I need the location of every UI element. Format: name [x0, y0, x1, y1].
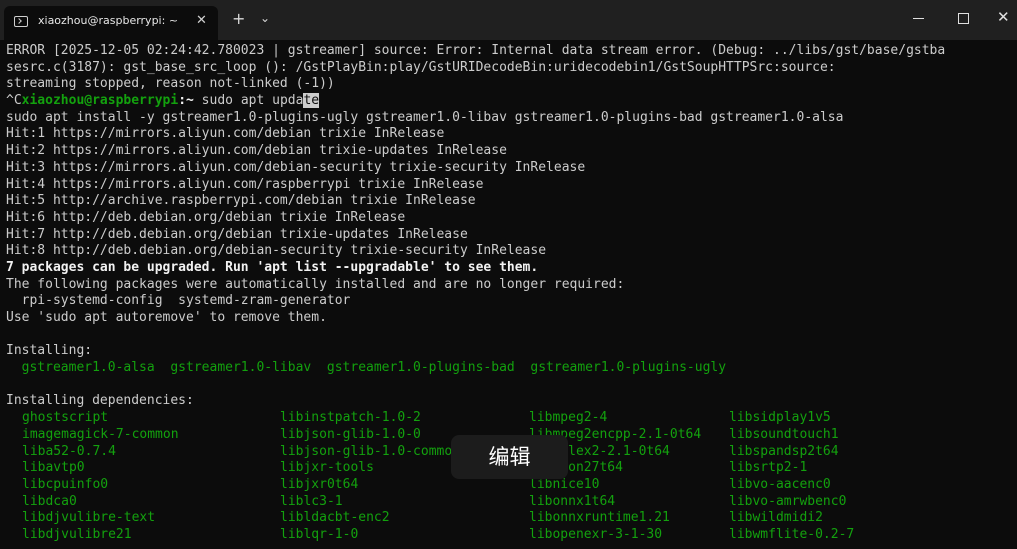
- dependency-package: libnice10: [529, 476, 600, 492]
- terminal-icon: [14, 16, 28, 27]
- terminal-line: sesrc.c(3187): gst_base_src_loop (): /Gs…: [6, 59, 836, 75]
- dependency-row: ghostscript libinstpatch-1.0-2 libmpeg2-4 l…: [6, 410, 1017, 427]
- prompt-user: xiaozhou@raspberrypi: [21, 93, 179, 109]
- terminal-line: streaming stopped, reason not-linked (-1…: [6, 76, 335, 92]
- terminal-line: Use 'sudo apt autoremove' to remove them…: [6, 310, 327, 325]
- new-tab-button[interactable]: +: [232, 10, 245, 28]
- edit-overlay-label: 编辑: [488, 445, 531, 469]
- dependency-package: libcpuinfo0: [22, 476, 109, 492]
- dependency-package: libinstpatch-1.0-2: [280, 410, 421, 426]
- prompt-line: ^Cxiaozhou@raspberrypi:~ sudo apt update: [6, 93, 1017, 110]
- terminal-line: ERROR [2025-12-05 02:24:42.780023 | gstr…: [6, 43, 946, 58]
- terminal-line: Hit:6 http://deb.debian.org/debian trixi…: [6, 209, 406, 225]
- text-cursor: te: [303, 93, 320, 109]
- installing-header: Installing:: [6, 343, 93, 359]
- chevron-down-icon[interactable]: ⌄: [260, 11, 270, 25]
- maximize-button[interactable]: [958, 13, 969, 24]
- dependency-package: libdca0: [22, 493, 77, 509]
- terminal-line: Hit:3 https://mirrors.aliyun.com/debian-…: [6, 159, 586, 175]
- terminal-line: sudo apt install -y gstreamer1.0-plugins…: [6, 109, 844, 125]
- dependency-package: libopenexr-3-1-30: [529, 526, 663, 542]
- dependency-package: liblc3-1: [280, 493, 343, 509]
- dependency-package: libldacbt-enc2: [280, 510, 390, 526]
- terminal-line: rpi-systemd-config systemd-zram-generato…: [6, 293, 351, 309]
- minimize-button[interactable]: [913, 18, 924, 19]
- interrupt-marker: ^C: [6, 93, 22, 109]
- dependency-row: libdca0 liblc3-1 libonnx1t64 libvo-amrwbenc…: [6, 494, 1017, 511]
- dependency-package: liblqr-1-0: [280, 526, 359, 542]
- dependency-package: ghostscript: [22, 410, 109, 426]
- dependency-package: libsrtp2-1: [729, 460, 808, 476]
- terminal-line: Hit:5 http://archive.raspberrypi.com/deb…: [6, 193, 476, 209]
- terminal-line: Hit:1 https://mirrors.aliyun.com/debian …: [6, 126, 445, 142]
- dependency-package: liba52-0.7.4: [22, 443, 116, 459]
- dependency-package: libvo-aacenc0: [729, 476, 831, 492]
- tab-close-icon[interactable]: ✕: [196, 13, 207, 28]
- edit-overlay[interactable]: 编辑: [451, 435, 568, 479]
- dependency-package: libdjvulibre-text: [22, 510, 156, 526]
- typed-command: sudo apt upda: [193, 93, 304, 109]
- dependency-row: libdjvulibre21 liblqr-1-0 libopenexr-3-1-3…: [6, 527, 1017, 544]
- dependency-package: libsidplay1v5: [729, 410, 831, 426]
- dependency-package: libjxr0t64: [280, 476, 359, 492]
- terminal-line: Hit:2 https://mirrors.aliyun.com/debian …: [6, 143, 507, 159]
- upgrade-notice: 7 packages can be upgraded. Run 'apt lis…: [6, 259, 539, 275]
- terminal-tab[interactable]: xiaozhou@raspberrypi: ~ ✕: [4, 6, 218, 40]
- dependencies-header: Installing dependencies:: [6, 393, 194, 409]
- dependency-package: imagemagick-7-common: [22, 426, 179, 442]
- terminal-line: Hit:4 https://mirrors.aliyun.com/raspber…: [6, 176, 484, 192]
- dependency-package: libonnx1t64: [529, 493, 616, 509]
- dependency-row: libdjvulibre-text libldacbt-enc2 libonnxru…: [6, 510, 1017, 527]
- title-bar: xiaozhou@raspberrypi: ~ ✕ + ⌄ ✕: [0, 0, 1017, 40]
- dependency-package: libdjvulibre21: [22, 526, 132, 542]
- close-window-button[interactable]: ✕: [997, 8, 1010, 26]
- dependency-package: libwildmidi2: [729, 510, 823, 526]
- dependency-package: libmpeg2-4: [529, 410, 608, 426]
- terminal-line: Hit:8 http://deb.debian.org/debian-secur…: [6, 243, 547, 259]
- dependency-package: libspandsp2t64: [729, 443, 839, 459]
- prompt-path: :~: [178, 93, 194, 109]
- terminal-line: The following packages were automaticall…: [6, 276, 625, 292]
- dependency-package: libwmflite-0.2-7: [729, 526, 855, 542]
- dependency-package: libvo-amrwbenc0: [729, 493, 847, 509]
- dependency-row: libcpuinfo0 libjxr0t64 libnice10 libvo-aace…: [6, 477, 1017, 494]
- terminal-line: Hit:7 http://deb.debian.org/debian trixi…: [6, 226, 468, 242]
- dependency-package: libonnxruntime1.21: [529, 510, 670, 526]
- installing-packages: gstreamer1.0-alsa gstreamer1.0-libav gst…: [6, 360, 727, 376]
- dependency-package: libavtp0: [22, 460, 85, 476]
- tab-title: xiaozhou@raspberrypi: ~: [38, 14, 179, 27]
- dependency-package: libsoundtouch1: [729, 426, 839, 442]
